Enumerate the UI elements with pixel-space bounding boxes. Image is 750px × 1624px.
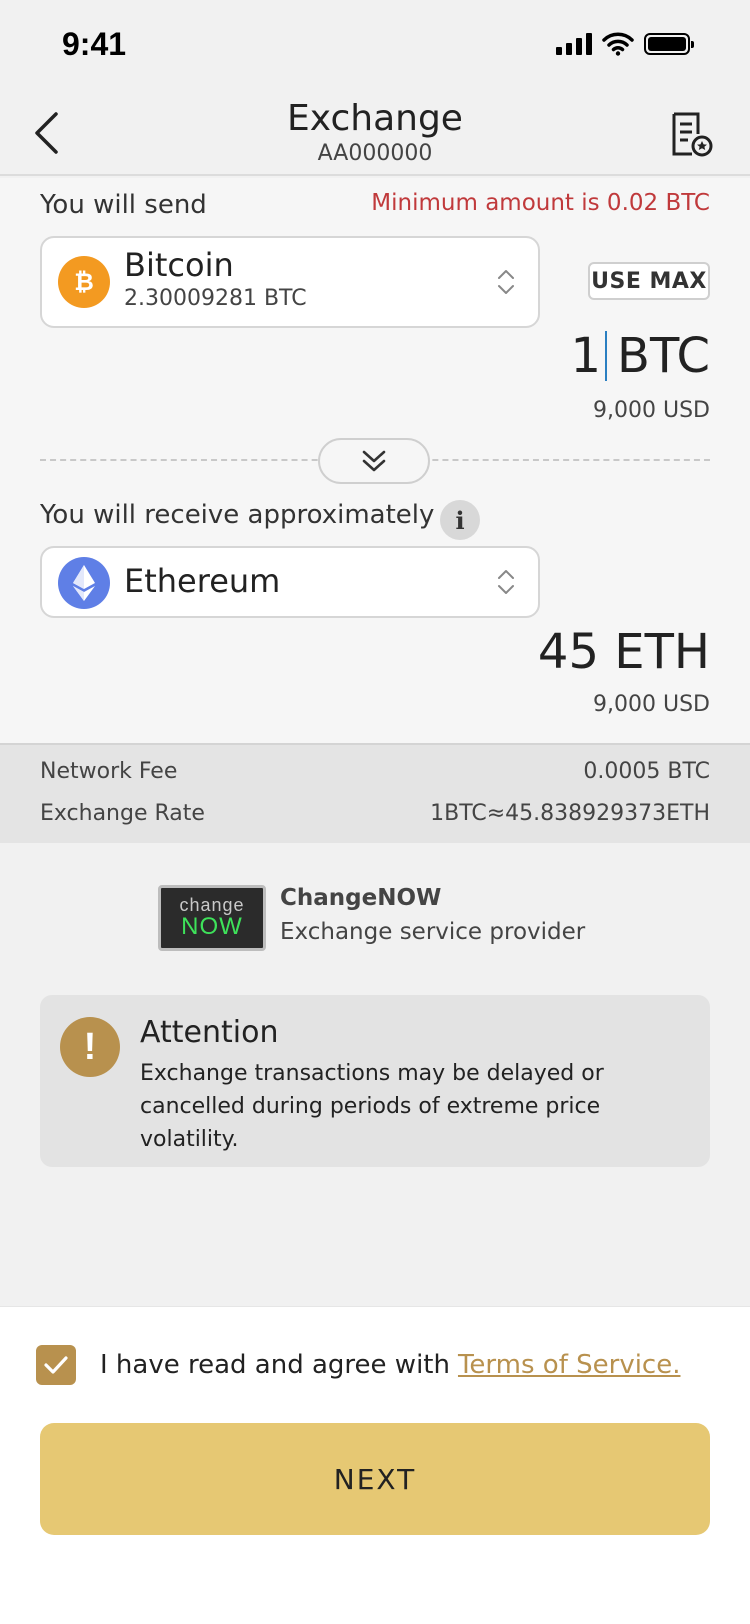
receive-asset-selector[interactable]: Ethereum — [40, 546, 540, 618]
network-fee-label: Network Fee — [40, 759, 178, 784]
send-amount-unit: BTC — [617, 328, 710, 384]
exchange-rate-label: Exchange Rate — [40, 801, 205, 826]
chevron-up-down-icon — [498, 270, 514, 294]
receive-asset-name: Ethereum — [124, 562, 281, 600]
text-cursor — [605, 331, 608, 381]
terms-agreement: I have read and agree with Terms of Serv… — [36, 1345, 680, 1385]
send-usd-value: 9,000 USD — [593, 398, 710, 423]
exchange-rate-value: 1BTC≈45.838929373ETH — [430, 801, 710, 826]
svg-text:₿: ₿ — [74, 268, 94, 296]
attention-text: Exchange transactions may be delayed or … — [140, 1061, 604, 1152]
bottom-action-area: I have read and agree with Terms of Serv… — [0, 1306, 750, 1624]
service-provider: change NOW ChangeNOW Exchange service pr… — [158, 885, 618, 951]
fee-summary: Network Fee 0.0005 BTC Exchange Rate 1BT… — [0, 743, 750, 843]
page-title: Exchange — [287, 98, 463, 139]
agree-text: I have read and agree with — [100, 1350, 450, 1380]
status-time: 9:41 — [62, 25, 127, 62]
send-amount-value: 1 — [570, 328, 602, 384]
double-chevron-down-icon — [362, 450, 386, 472]
account-id: AA000000 — [317, 141, 433, 166]
send-asset-selector[interactable]: ₿ Bitcoin 2.30009281 BTC — [40, 236, 540, 328]
chevron-up-down-icon — [498, 570, 514, 594]
network-fee-row: Network Fee 0.0005 BTC — [40, 759, 710, 784]
document-history-icon — [672, 112, 713, 157]
exchange-history-button[interactable] — [668, 110, 714, 158]
send-amount-input[interactable]: 1 BTC — [571, 328, 711, 384]
status-icons — [556, 32, 694, 56]
swap-direction-button[interactable] — [318, 438, 430, 484]
send-asset-balance: 2.30009281 BTC — [124, 286, 307, 311]
info-icon[interactable]: i — [440, 500, 480, 540]
receive-usd-value: 9,000 USD — [593, 692, 710, 717]
agree-checkbox[interactable] — [36, 1345, 76, 1385]
status-bar: 9:41 — [0, 0, 750, 88]
network-fee-value: 0.0005 BTC — [583, 759, 710, 784]
use-max-button[interactable]: USE MAX — [588, 262, 710, 300]
receive-amount: 45 ETH — [537, 624, 710, 680]
send-asset-name: Bitcoin — [124, 246, 234, 284]
attention-notice: ! Attention Exchange transactions may be… — [40, 995, 710, 1167]
provider-description: Exchange service provider — [280, 919, 586, 945]
receive-label: You will receive approximately — [40, 500, 435, 530]
battery-icon — [644, 33, 694, 55]
bitcoin-icon: ₿ — [58, 256, 110, 308]
checkmark-icon — [44, 1356, 68, 1374]
navigation-bar: Exchange AA000000 — [0, 88, 750, 176]
nav-title-group: Exchange AA000000 — [0, 98, 750, 168]
minimum-amount-warning: Minimum amount is 0.02 BTC — [371, 190, 710, 216]
logo-text-bottom: NOW — [181, 913, 243, 940]
terms-of-service-link[interactable]: Terms of Service. — [458, 1350, 681, 1380]
changenow-logo: change NOW — [158, 885, 266, 951]
provider-name: ChangeNOW — [280, 885, 442, 911]
exchange-form: You will send Minimum amount is 0.02 BTC… — [0, 178, 750, 743]
next-button[interactable]: NEXT — [40, 1423, 710, 1535]
exchange-rate-row: Exchange Rate 1BTC≈45.838929373ETH — [40, 801, 710, 826]
attention-title: Attention — [140, 1015, 279, 1050]
ethereum-icon — [58, 557, 110, 609]
send-label: You will send — [40, 190, 207, 220]
cellular-signal-icon — [556, 33, 592, 55]
wifi-icon — [602, 32, 634, 56]
logo-text-top: change — [179, 895, 245, 915]
exclamation-icon: ! — [60, 1017, 120, 1077]
